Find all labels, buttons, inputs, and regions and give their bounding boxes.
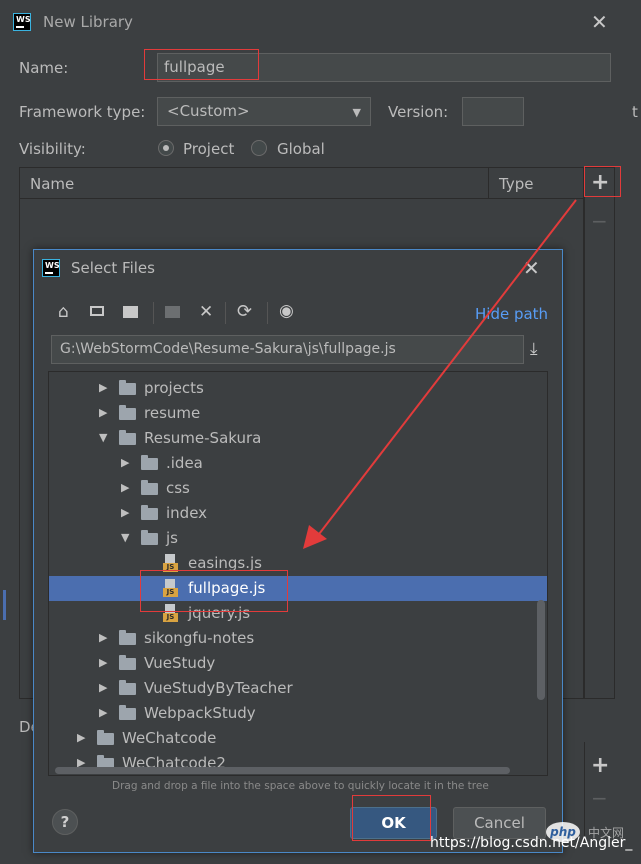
annotation-arrow-line — [315, 199, 577, 539]
watermark-url: https://blog.csdn.net/Angler_ — [430, 835, 633, 851]
annotation-arrow — [303, 199, 577, 549]
